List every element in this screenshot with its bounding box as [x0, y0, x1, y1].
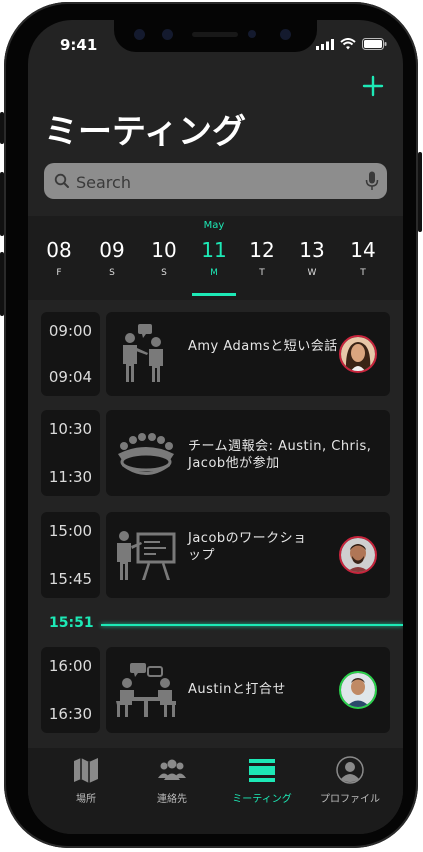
- day-number: 13: [299, 238, 325, 262]
- meeting-title: Jacobのワークショップ: [188, 531, 307, 563]
- meeting-end-time: 15:45: [48, 570, 93, 588]
- avatar-amy[interactable]: [339, 335, 377, 373]
- profile-icon: [336, 756, 364, 784]
- tab-label: プロファイル: [320, 794, 380, 805]
- meeting-card[interactable]: Amy Adamsと短い会話: [106, 312, 390, 396]
- meeting-start-time: 09:00: [48, 322, 93, 340]
- day-of-week: T: [259, 268, 265, 278]
- meeting-title: Austinと打合せ: [188, 682, 286, 697]
- tab-places[interactable]: 場所: [46, 756, 126, 805]
- tab-label: ミーティング: [232, 794, 292, 805]
- plus-icon: [362, 75, 384, 97]
- avatar-image: [341, 337, 375, 371]
- meeting-card[interactable]: Austinと打合せ: [106, 647, 390, 733]
- battery-icon: [362, 38, 387, 50]
- screen: 9:41 ミーティング Search May 08 F 09 S 10 S 11…: [28, 20, 403, 834]
- meeting-start-time: 10:30: [48, 420, 93, 438]
- selected-day-indicator: [192, 293, 236, 296]
- tab-meetings[interactable]: ミーティング: [222, 756, 302, 805]
- meetings-icon: [249, 759, 275, 782]
- day-number: 10: [151, 238, 177, 262]
- tab-label: 場所: [76, 794, 96, 805]
- table-meeting-icon: [116, 663, 176, 717]
- meeting-time-block: 15:00 15:45: [41, 512, 100, 598]
- tab-bar: 場所 連絡先 ミーティング プロファイル: [28, 748, 403, 834]
- tab-contacts[interactable]: 連絡先: [132, 756, 212, 805]
- tab-profile[interactable]: プロファイル: [310, 756, 390, 805]
- page-title: ミーティング: [44, 112, 246, 152]
- day-of-week: W: [307, 268, 317, 278]
- meeting-title: チーム週報会: Austin, Chris, Jacob他が参加: [188, 439, 372, 471]
- signal-icon: [316, 38, 334, 50]
- volume-down-button: [0, 252, 4, 316]
- search-icon: [54, 173, 69, 188]
- meeting-start-time: 15:00: [48, 522, 93, 540]
- avatar-austin[interactable]: [339, 671, 377, 709]
- day-12[interactable]: 12 T: [240, 238, 284, 278]
- avatar-image: [341, 538, 375, 572]
- avatar-image: [341, 673, 375, 707]
- current-time-line: [101, 624, 403, 626]
- day-of-week: T: [360, 268, 366, 278]
- avatar-jacob[interactable]: [339, 536, 377, 574]
- month-label: May: [203, 220, 225, 231]
- meeting-end-time: 09:04: [48, 368, 93, 386]
- meeting-end-time: 11:30: [48, 468, 93, 486]
- two-people-talking-icon: [123, 324, 163, 382]
- day-11-selected[interactable]: 11 M: [192, 238, 236, 278]
- day-number: 08: [46, 238, 72, 262]
- day-10[interactable]: 10 S: [142, 238, 186, 278]
- power-button: [418, 152, 422, 232]
- day-of-week: M: [210, 268, 218, 278]
- day-number: 14: [350, 238, 376, 262]
- notch: [114, 20, 317, 52]
- microphone-icon[interactable]: [365, 171, 379, 191]
- meeting-time-block: 16:00 16:30: [41, 647, 100, 733]
- meeting-card[interactable]: チーム週報会: Austin, Chris, Jacob他が参加: [106, 410, 390, 496]
- day-09[interactable]: 09 S: [90, 238, 134, 278]
- day-number: 11: [201, 238, 227, 262]
- day-of-week: S: [109, 268, 115, 278]
- date-strip: May 08 F 09 S 10 S 11 M 12 T 13 W 14 T: [28, 216, 403, 300]
- day-of-week: S: [161, 268, 167, 278]
- day-13[interactable]: 13 W: [290, 238, 334, 278]
- day-of-week: F: [56, 268, 62, 278]
- search-bar[interactable]: [44, 163, 387, 201]
- phone-frame: 9:41 ミーティング Search May 08 F 09 S 10 S 11…: [0, 2, 422, 848]
- mute-switch: [0, 112, 4, 144]
- status-icons: [316, 38, 387, 50]
- wifi-icon: [340, 38, 356, 50]
- day-14[interactable]: 14 T: [341, 238, 385, 278]
- search-input[interactable]: [74, 163, 358, 201]
- current-time-label: 15:51: [49, 615, 94, 631]
- day-08[interactable]: 08 F: [37, 238, 81, 278]
- volume-up-button: [0, 172, 4, 236]
- map-icon: [74, 758, 98, 783]
- meeting-start-time: 16:00: [48, 657, 93, 675]
- meeting-card[interactable]: Jacobのワークショップ: [106, 512, 390, 598]
- add-meeting-button[interactable]: [359, 72, 387, 100]
- status-time: 9:41: [60, 36, 98, 54]
- meeting-time-block: 10:30 11:30: [41, 410, 100, 496]
- day-number: 12: [249, 238, 275, 262]
- presentation-icon: [117, 531, 176, 580]
- contacts-icon: [158, 759, 186, 780]
- meeting-title: Amy Adamsと短い会話: [188, 339, 338, 354]
- team-meeting-icon: [118, 433, 174, 475]
- meeting-time-block: 09:00 09:04: [41, 312, 100, 396]
- day-number: 09: [99, 238, 125, 262]
- tab-label: 連絡先: [157, 794, 187, 805]
- meeting-end-time: 16:30: [48, 705, 93, 723]
